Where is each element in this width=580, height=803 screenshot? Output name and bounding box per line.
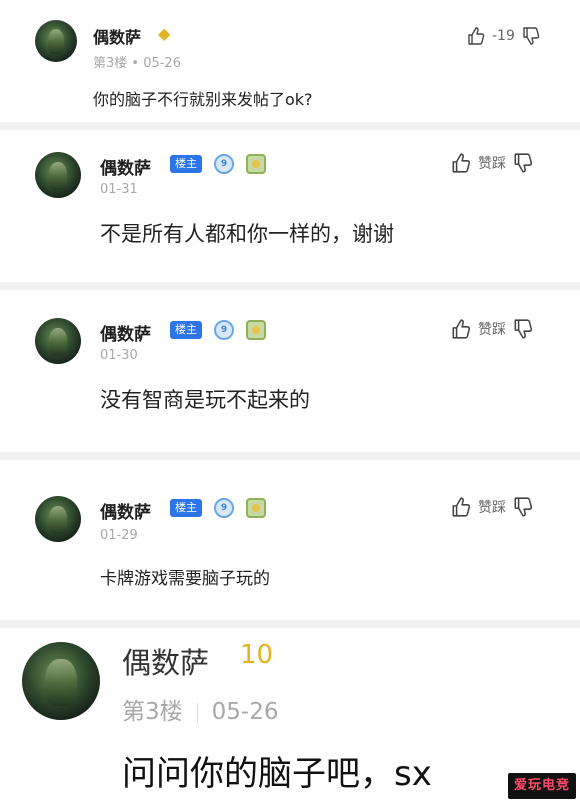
vote-label: 赞踩: [478, 156, 506, 172]
comment-text: 你的脑子不行就别来发帖了ok?: [93, 90, 313, 109]
level-badge-icon: 9: [214, 154, 234, 174]
host-badge: 楼主: [170, 499, 202, 517]
comment-card: 偶数萨 楼主 9 01-30 赞踩 没有智商是玩不起来的: [0, 290, 580, 452]
floor-number: 第3楼: [122, 699, 183, 725]
divider: [0, 620, 580, 628]
floor-meta: 第3楼 05-26: [122, 692, 278, 726]
host-badge: 楼主: [170, 155, 202, 173]
avatar[interactable]: [35, 496, 81, 542]
vote-group: -19: [466, 26, 541, 46]
vote-label: 赞踩: [478, 500, 506, 516]
thumbs-down-icon[interactable]: [512, 496, 534, 518]
comment-date: 01-31: [100, 182, 138, 197]
avatar[interactable]: [35, 20, 77, 62]
thumbs-up-icon[interactable]: [450, 152, 472, 174]
vote-group: 赞踩: [450, 152, 534, 174]
avatar[interactable]: [22, 642, 100, 720]
author-name[interactable]: 偶数萨: [93, 24, 141, 48]
divider: [0, 452, 580, 460]
thumbs-up-icon[interactable]: [450, 496, 472, 518]
comment-card: 偶数萨 楼主 9 01-29 赞踩 卡牌游戏需要脑子玩的: [0, 460, 580, 620]
vote-group: 赞踩: [450, 318, 534, 340]
thumbs-down-icon[interactable]: [521, 26, 541, 46]
comment-text: 卡牌游戏需要脑子玩的: [100, 569, 270, 589]
level-badge-icon: 9: [214, 498, 234, 518]
author-name[interactable]: 偶数萨: [100, 154, 151, 179]
thumbs-up-icon[interactable]: [450, 318, 472, 340]
gold-level-icon: ◆: [158, 24, 171, 43]
watermark-logo: 爱玩电竞: [507, 773, 576, 799]
zoomed-comment: 偶数萨 10 第3楼 05-26 问问你的脑子吧，sx: [0, 628, 580, 803]
comment-card: 偶数萨 楼主 9 01-31 赞踩 不是所有人都和你一样的，谢谢: [0, 130, 580, 282]
vote-label: 赞踩: [478, 322, 506, 338]
vote-count: -19: [492, 28, 515, 44]
thumbs-down-icon[interactable]: [512, 152, 534, 174]
comment-text: 不是所有人都和你一样的，谢谢: [100, 222, 394, 246]
vote-group: 赞踩: [450, 496, 534, 518]
gold-level-icon: 10: [240, 640, 274, 670]
comment-text: 没有智商是玩不起来的: [100, 388, 310, 412]
author-name[interactable]: 偶数萨: [100, 320, 151, 345]
host-badge: 楼主: [170, 321, 202, 339]
comment-date: 01-29: [100, 528, 138, 543]
comment-card: 偶数萨 ◆ 第3楼 • 05-26 -19 你的脑子不行就别来发帖了ok?: [0, 0, 580, 122]
medal-icon: [246, 320, 266, 340]
level-badge-icon: 9: [214, 320, 234, 340]
thumbs-down-icon[interactable]: [512, 318, 534, 340]
avatar[interactable]: [35, 152, 81, 198]
divider: [0, 282, 580, 290]
medal-icon: [246, 154, 266, 174]
medal-icon: [246, 498, 266, 518]
avatar[interactable]: [35, 318, 81, 364]
thumbs-up-icon[interactable]: [466, 26, 486, 46]
author-name[interactable]: 偶数萨: [122, 640, 209, 682]
comment-date: 01-30: [100, 348, 138, 363]
floor-meta: 第3楼 • 05-26: [93, 56, 181, 71]
divider: [0, 122, 580, 130]
comment-text: 问问你的脑子吧，sx: [122, 754, 432, 794]
comment-date: 05-26: [211, 699, 279, 725]
author-name[interactable]: 偶数萨: [100, 498, 151, 523]
